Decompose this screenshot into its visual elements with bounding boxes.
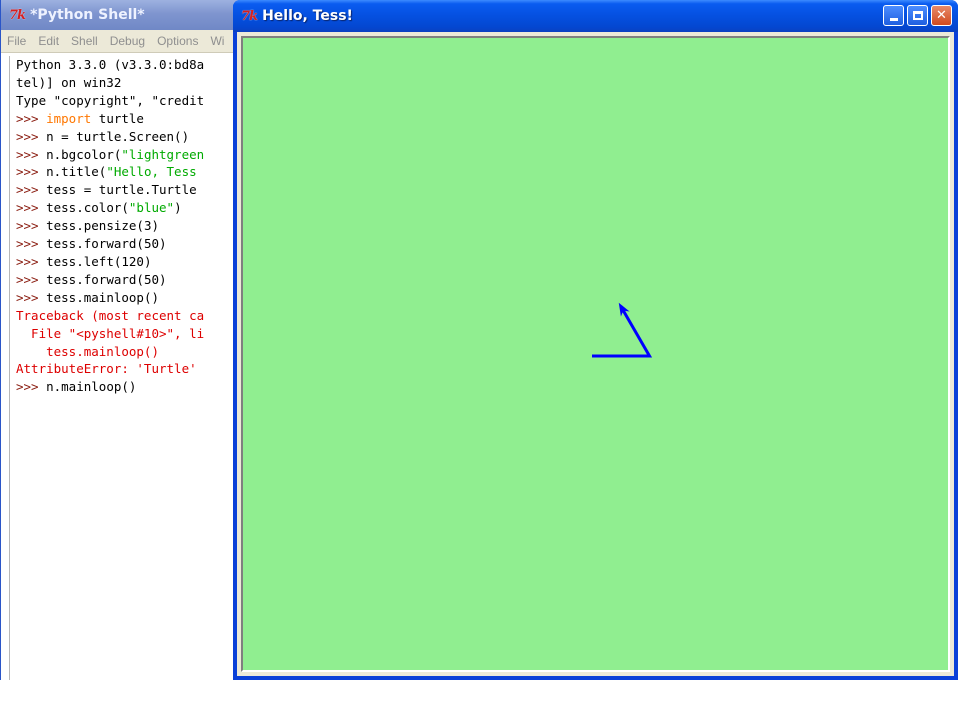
- shell-line: >>> tess.mainloop(): [16, 289, 241, 307]
- shell-line: >>> tess = turtle.Turtle: [16, 181, 241, 199]
- shell-prompt: >>>: [16, 200, 47, 216]
- shell-text-segment: n = turtle.Screen(): [46, 128, 190, 144]
- shell-text-segment: tess.mainloop(): [16, 343, 159, 359]
- shell-line: Traceback (most recent ca: [16, 307, 241, 325]
- shell-prompt: >>>: [16, 128, 47, 144]
- shell-prompt: >>>: [16, 182, 47, 198]
- tk-logo-icon: 7k: [9, 7, 26, 23]
- shell-titlebar[interactable]: 7k *Python Shell*: [1, 0, 241, 30]
- shell-text-segment: tess.forward(50): [46, 236, 167, 252]
- shell-text-segment: tess = turtle.Turtle: [46, 182, 197, 198]
- shell-line: tel)] on win32: [16, 74, 241, 92]
- shell-text-segment: tess.pensize(3): [46, 218, 159, 234]
- turtle-canvas-frame: [241, 36, 950, 672]
- shell-line: Type "copyright", "credit: [16, 92, 241, 110]
- minimize-icon: [889, 18, 898, 21]
- shell-line: >>> import turtle: [16, 110, 241, 128]
- maximize-button[interactable]: [907, 5, 928, 26]
- turtle-window-body: [237, 32, 954, 676]
- shell-prompt: >>>: [16, 271, 47, 287]
- shell-line: File "<pyshell#10>", li: [16, 325, 241, 343]
- turtle-window-title: Hello, Tess!: [262, 8, 353, 24]
- minimize-button[interactable]: [883, 5, 904, 26]
- shell-line: >>> tess.forward(50): [16, 235, 241, 253]
- turtle-titlebar[interactable]: 7k Hello, Tess! ✕: [233, 0, 958, 32]
- shell-text-segment: tess.mainloop(): [46, 289, 159, 305]
- menu-windows[interactable]: Wi: [204, 34, 230, 48]
- shell-text-segment: tel)] on win32: [16, 74, 122, 90]
- shell-line: AttributeError: 'Turtle': [16, 360, 241, 378]
- shell-line: >>> n.mainloop(): [16, 378, 241, 396]
- shell-prompt: >>>: [16, 236, 47, 252]
- shell-text-segment: tess.color(: [46, 200, 129, 216]
- shell-line: >>> n.bgcolor("lightgreen: [16, 146, 241, 164]
- turtle-canvas[interactable]: [243, 38, 945, 670]
- shell-text-segment: turtle: [91, 110, 144, 126]
- shell-text-segment: import: [46, 110, 92, 126]
- shell-line: tess.mainloop(): [16, 343, 241, 361]
- shell-text-segment: "blue": [128, 200, 175, 216]
- shell-prompt: >>>: [16, 379, 47, 395]
- maximize-icon: [912, 11, 923, 20]
- shell-prompt: >>>: [16, 110, 47, 126]
- menu-edit[interactable]: Edit: [32, 34, 65, 48]
- shell-text-segment: n.bgcolor(: [46, 146, 122, 162]
- shell-prompt: >>>: [16, 164, 47, 180]
- shell-text-segment: "Hello, Tess: [106, 164, 197, 180]
- shell-text-segment: Traceback (most recent ca: [16, 307, 205, 323]
- shell-title: *Python Shell*: [30, 7, 145, 23]
- shell-text-segment: "lightgreen: [121, 146, 205, 162]
- shell-line: >>> n.title("Hello, Tess: [16, 163, 241, 181]
- shell-text-segment: AttributeError: 'Turtle': [16, 361, 205, 377]
- close-icon: ✕: [936, 8, 947, 23]
- shell-line: >>> tess.forward(50): [16, 271, 241, 289]
- python-shell-window[interactable]: 7k *Python Shell* File Edit Shell Debug …: [0, 0, 241, 680]
- menu-file[interactable]: File: [1, 34, 32, 48]
- shell-text-segment: ): [174, 200, 182, 216]
- shell-line: >>> n = turtle.Screen(): [16, 128, 241, 146]
- shell-line: Python 3.3.0 (v3.3.0:bd8a: [16, 56, 241, 74]
- window-controls: ✕: [883, 5, 952, 26]
- shell-prompt: >>>: [16, 253, 47, 269]
- shell-text-segment: tess.left(120): [46, 253, 152, 269]
- close-button[interactable]: ✕: [931, 5, 952, 26]
- shell-text-area[interactable]: Python 3.3.0 (v3.3.0:bd8a tel)] on win32 T…: [9, 56, 241, 680]
- shell-menubar: File Edit Shell Debug Options Wi: [1, 30, 241, 53]
- shell-line: >>> tess.left(120): [16, 253, 241, 271]
- shell-text-segment: tess.forward(50): [46, 271, 167, 287]
- shell-prompt: >>>: [16, 289, 47, 305]
- shell-prompt: >>>: [16, 218, 47, 234]
- shell-text-segment: Type "copyright", "credit: [16, 92, 205, 108]
- tk-logo-icon: 7k: [241, 8, 258, 24]
- turtle-window[interactable]: 7k Hello, Tess! ✕: [233, 0, 958, 680]
- shell-text-segment: n.title(: [46, 164, 107, 180]
- shell-line: >>> tess.color("blue"): [16, 199, 241, 217]
- shell-text-segment: Python 3.3.0 (v3.3.0:bd8a: [16, 57, 205, 72]
- shell-text-segment: n.mainloop(): [46, 379, 137, 395]
- menu-debug[interactable]: Debug: [104, 34, 151, 48]
- shell-prompt: >>>: [16, 146, 47, 162]
- menu-shell[interactable]: Shell: [65, 34, 104, 48]
- shell-line: >>> tess.pensize(3): [16, 217, 241, 235]
- shell-text-segment: File "<pyshell#10>", li: [16, 325, 205, 341]
- menu-options[interactable]: Options: [151, 34, 204, 48]
